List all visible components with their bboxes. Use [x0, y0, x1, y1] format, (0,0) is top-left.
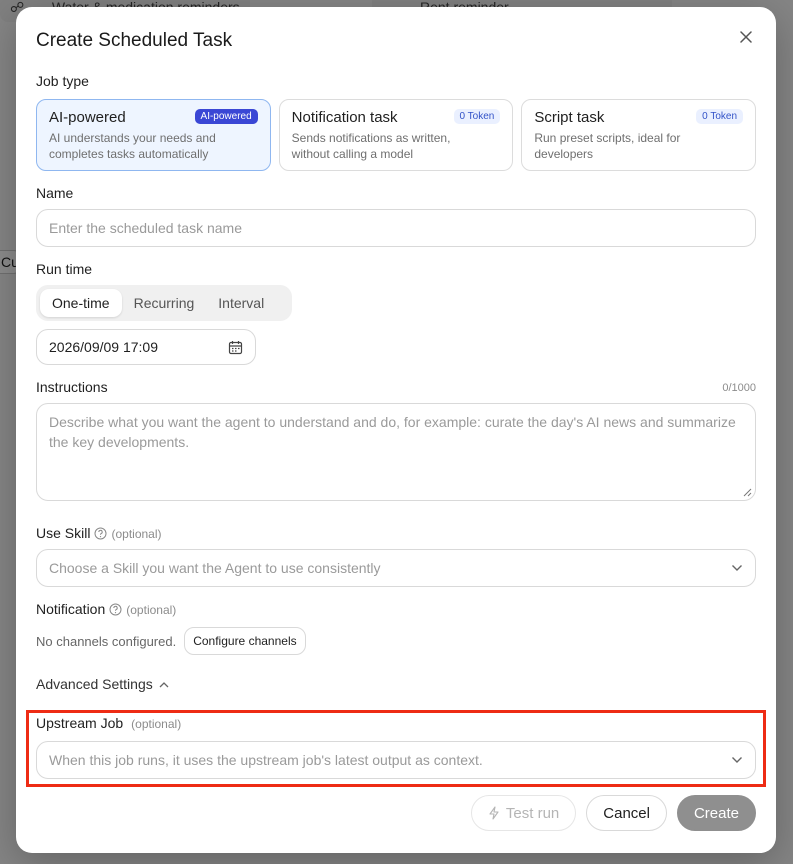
job-type-ai-powered[interactable]: AI-powered AI-powered AI understands you… [36, 99, 271, 171]
instructions-placeholder: Describe what you want the agent to unde… [49, 414, 736, 450]
configure-channels-button[interactable]: Configure channels [184, 627, 306, 655]
resize-handle-icon[interactable] [743, 488, 752, 497]
upstream-job-label: Upstream Job (optional) [36, 715, 181, 731]
datetime-value: 2026/09/09 17:09 [49, 339, 158, 355]
upstream-job-select[interactable]: When this job runs, it uses the upstream… [36, 741, 756, 779]
notification-status: No channels configured. [36, 633, 177, 649]
ai-powered-badge: AI-powered [194, 109, 258, 124]
advanced-settings-label: Advanced Settings [36, 676, 153, 692]
job-type-options: AI-powered AI-powered AI understands you… [36, 99, 757, 171]
job-type-notification[interactable]: Notification task 0 Token Sends notifica… [278, 99, 514, 171]
skill-select-placeholder: Choose a Skill you want the Agent to use… [49, 560, 381, 576]
mode-one-time[interactable]: One-time [40, 289, 122, 317]
notification-label-text: Notification [36, 601, 106, 617]
bolt-icon [489, 806, 499, 820]
use-skill-label: Use Skill (optional) [36, 525, 162, 541]
instructions-textarea[interactable]: Describe what you want the agent to unde… [36, 403, 756, 501]
advanced-settings-toggle[interactable]: Advanced Settings [36, 676, 169, 692]
token-badge: 0 Token [453, 109, 501, 124]
job-type-script[interactable]: Script task 0 Token Run preset scripts, … [521, 99, 757, 171]
optional-hint: (optional) [131, 717, 182, 731]
token-badge: 0 Token [696, 109, 744, 124]
task-name-placeholder: Enter the scheduled task name [49, 220, 243, 236]
create-task-dialog: Create Scheduled Task Job type AI-powere… [16, 7, 776, 853]
cancel-button[interactable]: Cancel [586, 795, 667, 831]
chevron-up-icon [159, 681, 169, 687]
upstream-job-label-text: Upstream Job [36, 715, 124, 731]
dialog-title: Create Scheduled Task [36, 30, 233, 51]
job-type-description: Run preset scripts, ideal for developers [534, 131, 681, 161]
use-skill-label-text: Use Skill [36, 525, 91, 541]
instructions-label: Instructions [36, 379, 108, 395]
help-icon[interactable] [94, 527, 107, 540]
chevron-down-icon [732, 757, 742, 763]
close-icon [740, 31, 752, 43]
skill-select[interactable]: Choose a Skill you want the Agent to use… [36, 549, 756, 587]
job-type-description: Sends notifications as written, without … [291, 131, 451, 161]
instructions-char-counter: 0/1000 [722, 382, 756, 394]
run-time-label: Run time [36, 261, 93, 277]
optional-hint: (optional) [126, 603, 177, 617]
dialog-footer: Test run Cancel Create [470, 795, 756, 831]
notification-row: No channels configured. Configure channe… [36, 627, 306, 655]
run-time-mode-switch: One-time Recurring Interval [36, 285, 292, 321]
datetime-picker[interactable]: 2026/09/09 17:09 [36, 329, 256, 365]
mode-recurring[interactable]: Recurring [122, 289, 207, 317]
help-icon[interactable] [109, 603, 122, 616]
task-name-input[interactable]: Enter the scheduled task name [36, 209, 756, 247]
job-type-label: Job type [36, 73, 89, 89]
job-type-description: AI understands your needs and completes … [49, 131, 216, 161]
close-button[interactable] [736, 27, 756, 47]
upstream-job-placeholder: When this job runs, it uses the upstream… [49, 752, 483, 768]
create-button[interactable]: Create [676, 795, 756, 831]
notification-label: Notification (optional) [36, 601, 176, 617]
optional-hint: (optional) [111, 527, 162, 541]
chevron-down-icon [732, 565, 742, 571]
test-run-label: Test run [505, 804, 560, 822]
calendar-icon [228, 340, 243, 354]
name-label: Name [36, 185, 74, 201]
test-run-button[interactable]: Test run [470, 795, 577, 831]
mode-interval[interactable]: Interval [206, 289, 276, 317]
